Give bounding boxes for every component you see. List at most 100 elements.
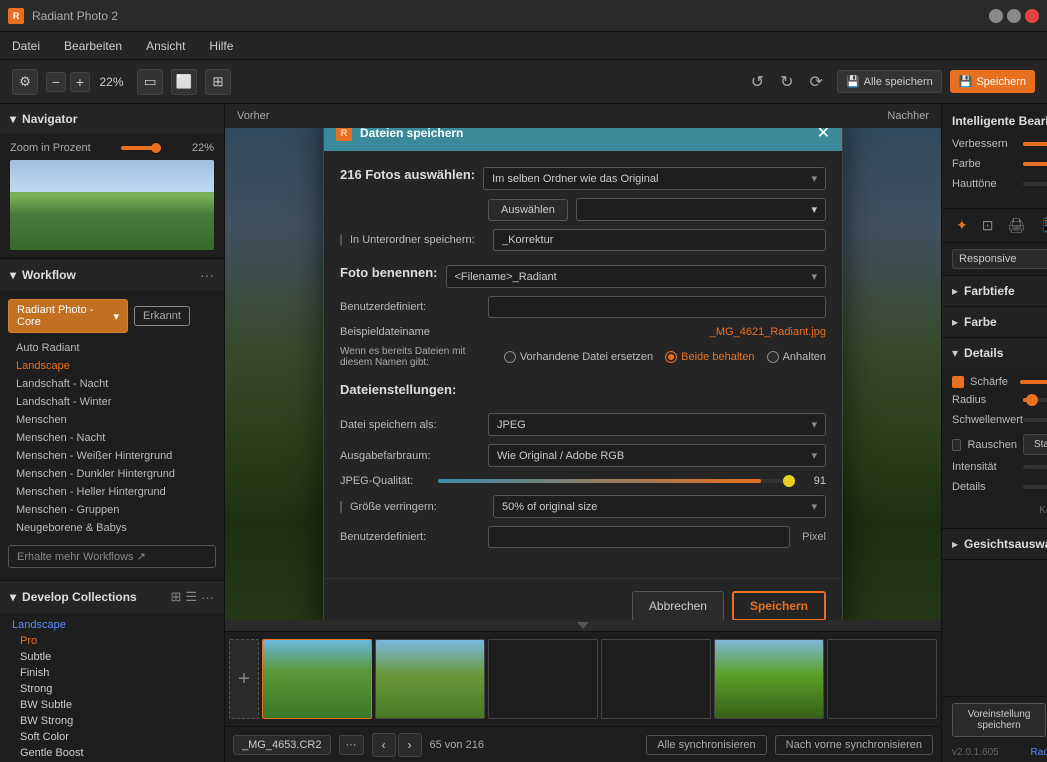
photo-name-select[interactable]: <Filename>_Radiant ▾ bbox=[446, 265, 827, 288]
reduce-size-checkbox[interactable] bbox=[340, 501, 342, 513]
filmstrip: + bbox=[225, 631, 941, 726]
save-button[interactable]: 💾 Speichern bbox=[950, 70, 1035, 93]
save-all-button[interactable]: 💾 Alle speichern bbox=[837, 70, 942, 93]
photos-section: 216 Fotos auswählen: Im selben Ordner wi… bbox=[340, 167, 826, 251]
intelligent-editing-section: Intelligente Bearbeitung Verbessern 80 F… bbox=[942, 104, 1047, 209]
collection-item-soft-color[interactable]: Soft Color bbox=[8, 729, 216, 745]
radio-hold[interactable]: Anhalten bbox=[767, 351, 826, 363]
radio-keep[interactable]: Beide behalten bbox=[665, 351, 754, 363]
workflow-item-landscape[interactable]: Landscape bbox=[8, 357, 216, 375]
user-def2-input[interactable] bbox=[488, 526, 790, 548]
collection-item-strong[interactable]: Strong bbox=[8, 681, 216, 697]
zoom-in-button[interactable]: + bbox=[70, 72, 90, 92]
sync-forward-button[interactable]: Nach vorne synchronisieren bbox=[775, 735, 933, 755]
menu-hilfe[interactable]: Hilfe bbox=[205, 37, 237, 55]
navigator-header[interactable]: Navigator bbox=[0, 104, 224, 134]
rt-edit-icon[interactable]: ✦ bbox=[952, 215, 972, 236]
settings-icon-button[interactable]: ⚙ bbox=[12, 69, 38, 95]
dev-col-menu-icon[interactable]: ··· bbox=[201, 589, 214, 605]
workflow-item-menschen-hell[interactable]: Menschen - Heller Hintergrund bbox=[8, 483, 216, 501]
nav-next-button[interactable]: › bbox=[398, 733, 422, 757]
sync-all-button[interactable]: Alle synchronisieren bbox=[646, 735, 766, 755]
rt-print-icon[interactable]: 🖨 bbox=[1003, 215, 1029, 236]
workflow-item-menschen[interactable]: Menschen bbox=[8, 411, 216, 429]
zoom-controls: − + 22% bbox=[46, 72, 129, 92]
view-grid-button[interactable]: ⊞ bbox=[205, 69, 231, 95]
nav-prev-button[interactable]: ‹ bbox=[372, 733, 396, 757]
filmstrip-thumb-5[interactable] bbox=[714, 639, 824, 719]
workflow-item-menschen-gruppen[interactable]: Menschen - Gruppen bbox=[8, 501, 216, 519]
refresh-button[interactable]: ⟳ bbox=[804, 70, 829, 94]
filmstrip-thumb-1[interactable] bbox=[262, 639, 372, 719]
undo-button[interactable]: ↺ bbox=[745, 70, 770, 94]
workflow-item-landschaft-nacht[interactable]: Landschaft - Nacht bbox=[8, 375, 216, 393]
preset-save-button[interactable]: Voreinstellung speichern bbox=[952, 703, 1046, 737]
collection-item-pro[interactable]: Pro bbox=[8, 633, 216, 649]
dev-col-grid-icon[interactable]: ⊞ bbox=[170, 589, 181, 605]
menu-bearbeiten[interactable]: Bearbeiten bbox=[60, 37, 126, 55]
collection-item-gentle-boost[interactable]: Gentle Boost bbox=[8, 745, 216, 761]
filmstrip-thumb-6[interactable] bbox=[827, 639, 937, 719]
rt-device-icon[interactable]: 📱 bbox=[1035, 215, 1047, 236]
workflow-item-landschaft-winter[interactable]: Landschaft - Winter bbox=[8, 393, 216, 411]
collection-item-bw-subtle[interactable]: BW Subtle bbox=[8, 697, 216, 713]
view-split-button[interactable]: ⬜ bbox=[171, 69, 197, 95]
more-workflows-button[interactable]: Erhalte mehr Workflows ↗ bbox=[8, 545, 216, 568]
jpeg-quality-thumb[interactable] bbox=[783, 475, 795, 487]
workflow-menu-icon[interactable]: ··· bbox=[200, 267, 214, 283]
farbe-row: Farbe 80 bbox=[952, 158, 1047, 170]
radio-replace[interactable]: Vorhandene Datei ersetzen bbox=[504, 351, 653, 363]
view-single-button[interactable]: ▭ bbox=[137, 69, 163, 95]
close-button[interactable] bbox=[1025, 9, 1039, 23]
workflow-item-menschen-dunkel[interactable]: Menschen - Dunkler Hintergrund bbox=[8, 465, 216, 483]
farbtiefe-header[interactable]: Farbtiefe bbox=[942, 276, 1047, 306]
workflow-dropdown[interactable]: Radiant Photo - Core ▾ bbox=[8, 299, 128, 333]
responsive-select[interactable]: Responsive bbox=[952, 249, 1047, 269]
filmstrip-thumb-3[interactable] bbox=[488, 639, 598, 719]
workflow-item-auto-radiant[interactable]: Auto Radiant bbox=[8, 339, 216, 357]
radiant-manager-link[interactable]: Radiant Manager öffnen ? bbox=[1031, 747, 1047, 758]
develop-collections-header[interactable]: Develop Collections ⊞ ☰ ··· bbox=[0, 581, 224, 613]
workflow-header[interactable]: Workflow ··· bbox=[0, 259, 224, 291]
zoom-out-button[interactable]: − bbox=[46, 72, 66, 92]
gesichtsauswahl-header[interactable]: Gesichtsauswahl bbox=[942, 529, 1047, 559]
collection-item-bw-strong[interactable]: BW Strong bbox=[8, 713, 216, 729]
radius-thumb[interactable] bbox=[1026, 394, 1038, 406]
collection-item-subtle[interactable]: Subtle bbox=[8, 649, 216, 665]
menu-ansicht[interactable]: Ansicht bbox=[142, 37, 189, 55]
subfolder-input[interactable] bbox=[493, 229, 826, 251]
save-as-select[interactable]: JPEG ▾ bbox=[488, 413, 826, 436]
nav-dots-button[interactable]: ··· bbox=[339, 735, 364, 755]
schaerfe-checkbox[interactable] bbox=[952, 376, 964, 388]
rauschen-select[interactable]: Standardeinstellung bbox=[1023, 434, 1047, 455]
details-header[interactable]: Details bbox=[942, 338, 1047, 368]
collection-item-finish[interactable]: Finish bbox=[8, 665, 216, 681]
dialog-close-button[interactable]: ✕ bbox=[817, 128, 830, 143]
redo-button[interactable]: ↻ bbox=[774, 70, 799, 94]
cancel-button[interactable]: Abbrechen bbox=[632, 591, 724, 620]
user-defined-input[interactable] bbox=[488, 296, 826, 318]
filmstrip-thumb-2[interactable] bbox=[375, 639, 485, 719]
filmstrip-add-button[interactable]: + bbox=[229, 639, 259, 719]
workflow-item-neugeborene[interactable]: Neugeborene & Babys bbox=[8, 519, 216, 537]
subfolder-checkbox[interactable] bbox=[340, 234, 342, 246]
collection-landscape-label[interactable]: Landscape bbox=[8, 617, 216, 633]
dialog-save-button[interactable]: Speichern bbox=[732, 591, 826, 620]
workflow-item-menschen-weiss[interactable]: Menschen - Weißer Hintergrund bbox=[8, 447, 216, 465]
reduce-size-select[interactable]: 50% of original size ▾ bbox=[493, 495, 826, 518]
color-space-select[interactable]: Wie Original / Adobe RGB ▾ bbox=[488, 444, 826, 467]
farbe-section-header[interactable]: Farbe bbox=[942, 307, 1047, 337]
rt-crop-icon[interactable]: ⊡ bbox=[978, 215, 998, 236]
menu-datei[interactable]: Datei bbox=[8, 37, 44, 55]
workflow-item-menschen-nacht[interactable]: Menschen - Nacht bbox=[8, 429, 216, 447]
filmstrip-thumb-4[interactable] bbox=[601, 639, 711, 719]
maximize-button[interactable] bbox=[1007, 9, 1021, 23]
erkannt-button[interactable]: Erkannt bbox=[134, 306, 190, 326]
rauschen-checkbox[interactable] bbox=[952, 439, 961, 451]
dev-col-list-icon[interactable]: ☰ bbox=[185, 589, 197, 605]
select-button[interactable]: Auswählen bbox=[488, 199, 568, 221]
select-dropdown[interactable]: ▾ bbox=[576, 198, 826, 221]
photos-folder-select[interactable]: Im selben Ordner wie das Original ▾ bbox=[483, 167, 826, 190]
minimize-button[interactable] bbox=[989, 9, 1003, 23]
file-name-button[interactable]: _MG_4653.CR2 bbox=[233, 735, 331, 755]
